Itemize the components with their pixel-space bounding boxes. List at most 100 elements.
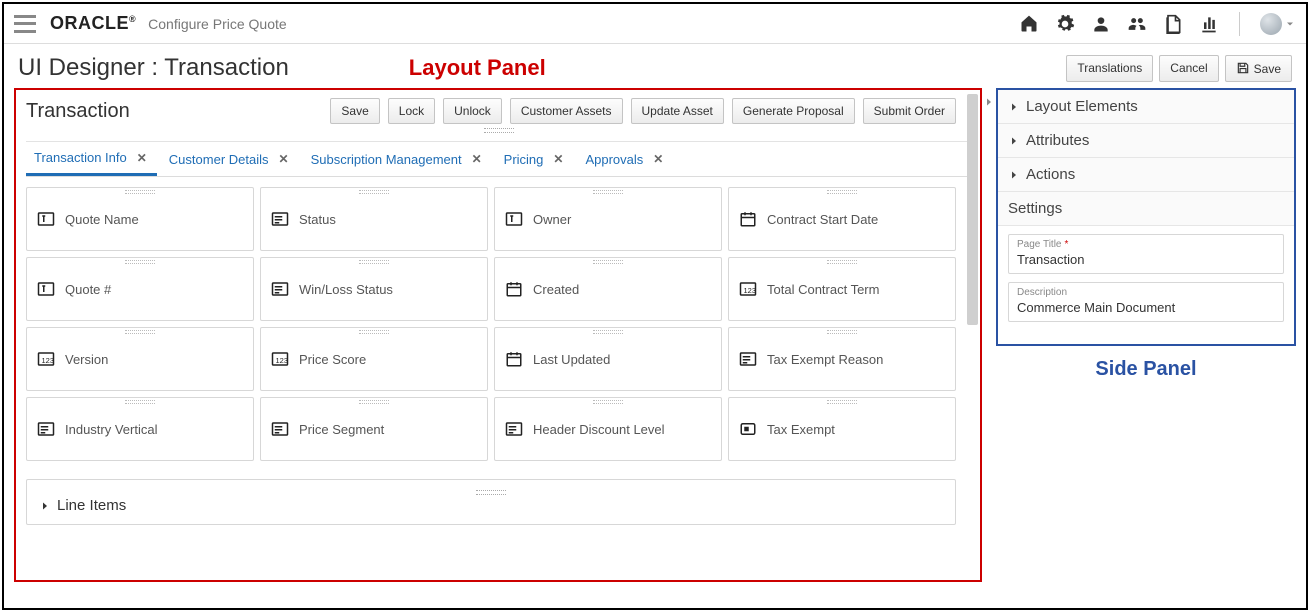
topbar: ORACLE® Configure Price Quote [4,4,1306,44]
number-field-icon [37,350,55,368]
tab-approvals[interactable]: Approvals✕ [577,146,673,175]
tabs: Transaction Info✕Customer Details✕Subscr… [26,144,972,177]
accordion-actions[interactable]: Actions [998,158,1294,192]
field-contract-start-date[interactable]: Contract Start Date [728,187,956,251]
field-price-segment[interactable]: Price Segment [260,397,488,461]
user-menu[interactable] [1260,13,1296,35]
drag-handle[interactable] [827,330,857,334]
field-label: Contract Start Date [767,212,878,227]
action-update-asset-button[interactable]: Update Asset [631,98,724,124]
action-lock-button[interactable]: Lock [388,98,435,124]
field-label: Header Discount Level [533,422,665,437]
tab-transaction-info[interactable]: Transaction Info✕ [26,144,157,176]
select-field-icon [739,350,757,368]
checkbox-field-icon [739,420,757,438]
field-tax-exempt[interactable]: Tax Exempt [728,397,956,461]
avatar-icon [1260,13,1282,35]
field-last-updated[interactable]: Last Updated [494,327,722,391]
brand-logo: ORACLE® [50,13,136,34]
field-label: Industry Vertical [65,422,158,437]
people-icon[interactable] [1127,14,1147,34]
drag-handle[interactable] [593,260,623,264]
drag-handle[interactable] [359,260,389,264]
tab-close-icon[interactable]: ✕ [135,151,149,165]
select-field-icon [37,420,55,438]
save-icon [1236,61,1250,75]
chevron-right-icon[interactable] [983,96,995,108]
translations-button[interactable]: Translations [1066,55,1153,82]
field-status[interactable]: Status [260,187,488,251]
drag-handle[interactable] [125,260,155,264]
line-items-label: Line Items [57,497,126,514]
accordion-attributes[interactable]: Attributes [998,124,1294,158]
action-unlock-button[interactable]: Unlock [443,98,502,124]
tab-close-icon[interactable]: ✕ [551,152,565,166]
accordion-label: Layout Elements [1026,98,1138,115]
field-quote-name[interactable]: Quote Name [26,187,254,251]
drag-handle[interactable] [359,400,389,404]
panel-collapse-gap [982,88,996,582]
drag-handle-horizontal[interactable] [26,128,972,133]
home-icon[interactable] [1019,14,1039,34]
description-field[interactable]: Description Commerce Main Document [1008,282,1284,322]
field-label: Last Updated [533,352,610,367]
line-items-section[interactable]: Line Items [26,479,956,525]
description-field-value: Commerce Main Document [1017,300,1275,315]
tab-close-icon[interactable]: ✕ [277,152,291,166]
documents-icon[interactable] [1163,14,1183,34]
select-field-icon [271,420,289,438]
field-header-discount-level[interactable]: Header Discount Level [494,397,722,461]
chart-icon[interactable] [1199,14,1219,34]
drag-handle[interactable] [593,400,623,404]
field-label: Tax Exempt Reason [767,352,883,367]
layout-panel-annotation: Layout Panel [409,55,546,81]
field-label: Tax Exempt [767,422,835,437]
field-quote-[interactable]: Quote # [26,257,254,321]
drag-handle[interactable] [593,190,623,194]
tab-label: Pricing [504,152,544,167]
field-label: Price Score [299,352,366,367]
person-icon[interactable] [1091,14,1111,34]
scrollbar[interactable] [964,94,978,576]
drag-handle[interactable] [827,190,857,194]
action-submit-order-button[interactable]: Submit Order [863,98,956,124]
field-tax-exempt-reason[interactable]: Tax Exempt Reason [728,327,956,391]
field-price-score[interactable]: Price Score [260,327,488,391]
scrollbar-thumb[interactable] [967,94,978,325]
field-created[interactable]: Created [494,257,722,321]
save-button[interactable]: Save [1225,55,1292,82]
tab-subscription-management[interactable]: Subscription Management ✕ [303,146,492,175]
drag-handle[interactable] [125,400,155,404]
drag-handle[interactable] [359,330,389,334]
field-total-contract-term[interactable]: Total Contract Term [728,257,956,321]
drag-handle[interactable] [593,330,623,334]
action-customer-assets-button[interactable]: Customer Assets [510,98,623,124]
drag-handle-horizontal[interactable] [39,490,943,495]
drag-handle[interactable] [827,400,857,404]
page-title-field[interactable]: Page Title* Transaction [1008,234,1284,274]
brand-product: Configure Price Quote [148,16,287,32]
drag-handle[interactable] [125,330,155,334]
action-generate-proposal-button[interactable]: Generate Proposal [732,98,855,124]
drag-handle[interactable] [125,190,155,194]
side-panel-annotation: Side Panel [996,358,1296,381]
accordion-layout-elements[interactable]: Layout Elements [998,90,1294,124]
tab-pricing[interactable]: Pricing ✕ [496,146,574,175]
tab-close-icon[interactable]: ✕ [651,152,665,166]
tab-customer-details[interactable]: Customer Details✕ [161,146,299,175]
field-label: Price Segment [299,422,384,437]
select-field-icon [271,280,289,298]
tab-label: Subscription Management [311,152,462,167]
field-version[interactable]: Version [26,327,254,391]
drag-handle[interactable] [359,190,389,194]
cancel-button[interactable]: Cancel [1159,55,1218,82]
gear-icon[interactable] [1055,14,1075,34]
field-win-loss-status[interactable]: Win/Loss Status [260,257,488,321]
field-owner[interactable]: Owner [494,187,722,251]
action-save-button[interactable]: Save [330,98,379,124]
accordion-label: Attributes [1026,132,1089,149]
field-industry-vertical[interactable]: Industry Vertical [26,397,254,461]
menu-icon[interactable] [14,15,36,33]
tab-close-icon[interactable]: ✕ [470,152,484,166]
drag-handle[interactable] [827,260,857,264]
